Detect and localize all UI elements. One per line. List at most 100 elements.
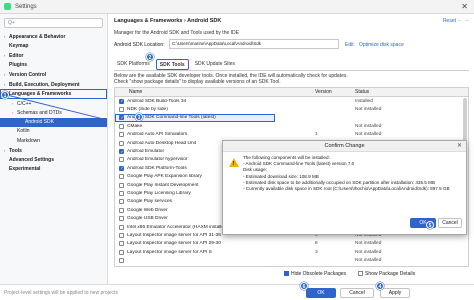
row-checkbox[interactable]	[119, 249, 124, 255]
row-checkbox[interactable]	[119, 258, 124, 264]
edit-link[interactable]: Edit	[345, 42, 354, 48]
settings-search-input[interactable]: Q+	[4, 18, 103, 28]
sidebar-item-label: Editor	[9, 53, 24, 59]
sidebar-item-label: Kotlin	[17, 128, 30, 134]
dialog-line: - Currently available disk space in SDK …	[243, 186, 450, 192]
sidebar-item[interactable]: Markdown	[0, 137, 107, 147]
ok-button[interactable]: OK	[306, 288, 336, 298]
tab-sdk-tools[interactable]: SDK Tools	[155, 59, 189, 70]
row-checkbox[interactable]	[119, 157, 124, 163]
tab-sdk-platforms[interactable]: SDK Platforms	[114, 59, 153, 70]
table-row[interactable]: Android Auto API Simulators 1 Not installe…	[115, 131, 468, 139]
sdk-location-field[interactable]: C:\Users\marine\AppData\Local\Android\Sd…	[169, 39, 339, 49]
apply-button[interactable]: Apply	[380, 288, 410, 298]
nav-arrows-icon[interactable]: ← →	[456, 17, 470, 23]
sdk-tabs: SDK Platforms SDK Tools SDK Update Sites	[114, 59, 238, 70]
table-header: Name Version Status	[115, 88, 468, 97]
hide-obsolete-label: Hide Obsolete Packages	[291, 271, 347, 277]
show-details-option[interactable]: Show Package Details	[358, 271, 415, 277]
sidebar-item[interactable]: Plugins	[0, 61, 107, 71]
row-name: NDK (Side by side)	[127, 107, 168, 113]
row-checkbox[interactable]	[119, 174, 124, 180]
show-details-checkbox[interactable]	[358, 271, 364, 277]
sidebar-item[interactable]: Experimental	[0, 165, 107, 175]
tools-info: Below are the available SDK developer to…	[114, 73, 348, 85]
row-name: Android SDK Build-Tools 34	[127, 98, 187, 104]
col-status-header[interactable]: Status	[355, 88, 425, 96]
sidebar-item[interactable]: Android SDK	[0, 117, 107, 127]
row-checkbox[interactable]	[119, 123, 124, 129]
col-version-header[interactable]: Version	[315, 88, 355, 96]
row-checkbox[interactable]	[119, 207, 124, 213]
row-name: Layout Inspector image server for API 29…	[127, 241, 221, 247]
window-close-icon[interactable]: ✕	[461, 2, 468, 11]
row-checkbox[interactable]	[119, 182, 124, 188]
hide-obsolete-checkbox[interactable]	[284, 271, 289, 277]
col-name-header[interactable]: Name	[115, 88, 315, 96]
settings-tree: › Appearance & Behavior Keymap › Editor Plugi…	[0, 32, 107, 175]
reset-link[interactable]: Reset	[443, 18, 456, 24]
dialog-cancel-button[interactable]: Cancel	[438, 218, 462, 228]
row-checkbox[interactable]	[119, 132, 124, 138]
hide-obsolete-option[interactable]: Hide Obsolete Packages	[284, 271, 346, 277]
callout-badge: 3	[135, 113, 143, 121]
settings-footer: Project-level settings will be applied t…	[0, 284, 474, 300]
show-details-label: Show Package Details	[365, 271, 416, 277]
row-version: 3	[315, 249, 318, 255]
sidebar-item-label: Plugins	[9, 61, 28, 68]
tools-info-line2: Check "show package details" to display …	[114, 79, 281, 85]
sidebar-item-label: Advanced Settings	[9, 156, 55, 163]
row-name: Layout Inspector image server for API S	[127, 249, 212, 255]
breadcrumb: Languages & Frameworks › Android SDK	[114, 18, 222, 24]
row-status: Not installed	[355, 249, 382, 255]
window-title: Settings	[15, 3, 37, 10]
android-studio-icon	[4, 3, 11, 10]
row-checkbox[interactable]	[119, 165, 124, 171]
row-checkbox[interactable]	[119, 149, 124, 155]
row-checkbox[interactable]	[119, 224, 124, 230]
table-row[interactable]: Layout Inspector image server for API S 3…	[115, 248, 468, 256]
row-checkbox[interactable]	[119, 107, 124, 113]
row-status: Not installed	[355, 132, 382, 138]
sidebar-item-label: Markdown	[17, 137, 41, 144]
row-status: Not installed	[355, 258, 382, 264]
table-row[interactable]: NDK (Side by side) Not installed	[115, 105, 468, 113]
sidebar-item-label: C/C++	[17, 100, 32, 107]
dialog-close-icon[interactable]: ✕	[457, 141, 462, 152]
sidebar-item[interactable]: › Version Control	[0, 70, 107, 80]
sidebar-item-label: Schemas and DTDs	[17, 110, 62, 116]
row-checkbox[interactable]	[119, 199, 124, 205]
table-row[interactable]: CMake Not installed	[115, 122, 468, 130]
sidebar-item[interactable]: Keymap	[0, 42, 107, 52]
callout-badge: 1	[1, 91, 9, 99]
table-row[interactable]: Layout Inspector image server for API 29…	[115, 240, 468, 248]
callout-badge: 4	[376, 282, 384, 290]
optimize-disk-link[interactable]: Optimize disk space	[359, 42, 404, 48]
sidebar-item[interactable]: › Appearance & Behavior	[0, 32, 107, 42]
tab-sdk-update-sites[interactable]: SDK Update Sites	[192, 59, 238, 70]
sidebar-item[interactable]: Advanced Settings	[0, 156, 107, 166]
sidebar-item-label: Build, Execution, Deployment	[9, 81, 80, 88]
row-checkbox[interactable]	[119, 98, 124, 104]
search-icon: Q+	[8, 20, 15, 26]
tab-divider	[114, 70, 469, 71]
row-checkbox[interactable]	[119, 140, 124, 146]
sidebar-item-label: Languages & Frameworks	[9, 91, 72, 97]
row-checkbox[interactable]	[119, 190, 124, 196]
row-name: Android SDK Command-line Tools (latest)	[127, 115, 216, 121]
window-titlebar: Settings ✕	[0, 0, 474, 14]
row-checkbox[interactable]	[119, 241, 124, 247]
sidebar-item[interactable]: › Editor	[0, 51, 107, 61]
row-checkbox[interactable]	[119, 115, 124, 121]
sdk-location-label: Android SDK Location:	[114, 42, 165, 48]
callout-badge: 5	[426, 221, 434, 229]
table-row[interactable]: Not installed	[115, 256, 468, 264]
sidebar-item[interactable]: Kotlin	[0, 127, 107, 137]
row-checkbox[interactable]	[119, 216, 124, 222]
sidebar-item[interactable]: › Build, Execution, Deployment	[0, 80, 107, 90]
cancel-button[interactable]: Cancel	[340, 288, 374, 298]
sidebar-item[interactable]: › Tools	[0, 146, 107, 156]
row-checkbox[interactable]	[119, 232, 124, 238]
table-row[interactable]: Android SDK Build-Tools 34 Installed	[115, 97, 468, 105]
callout-badge: 2	[146, 53, 154, 61]
